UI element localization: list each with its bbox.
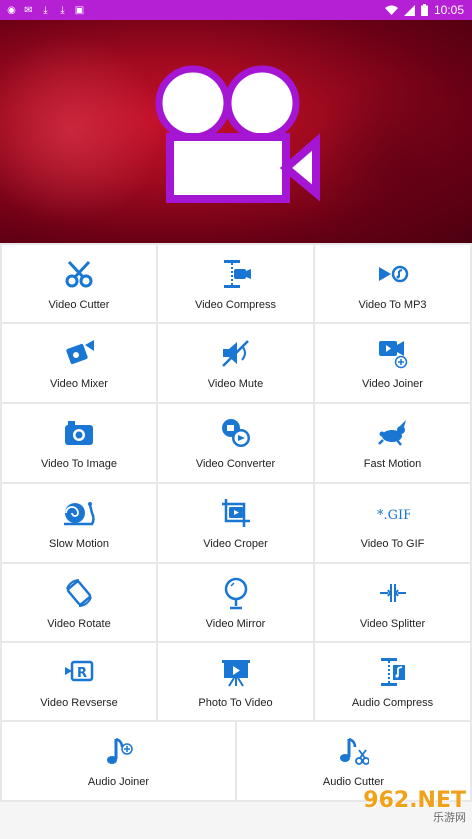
scissors-icon — [62, 257, 96, 291]
tool-label: Video Croper — [203, 538, 268, 550]
download-icon: ⤓ — [60, 4, 65, 16]
video-cutter-button[interactable]: Video Cutter — [2, 245, 156, 322]
tool-label: Fast Motion — [363, 458, 422, 470]
video-to-image-button[interactable]: Video To Image — [2, 404, 156, 482]
video-mixer-button[interactable]: Video Mixer — [2, 324, 156, 402]
audio-compress-button[interactable]: Audio Compress — [315, 643, 470, 720]
video-to-mp3-button[interactable]: Video To MP3 — [315, 245, 470, 322]
svg-text:R: R — [77, 666, 87, 681]
photo-icon — [219, 655, 253, 689]
tool-label: Video To MP3 — [358, 298, 427, 311]
mirror-icon — [219, 576, 253, 610]
video-joiner-button[interactable]: Video Joiner — [315, 324, 470, 402]
snail-icon — [62, 496, 96, 530]
rotate-icon — [62, 576, 96, 610]
watermark: 962.NET 乐游网 — [363, 788, 466, 825]
video-converter-button[interactable]: Video Converter — [158, 404, 313, 482]
audio-compress-icon — [376, 655, 410, 689]
camera-icon — [62, 416, 96, 450]
splitter-icon — [376, 576, 410, 610]
app-notification-icon: ◉ — [7, 4, 16, 16]
video-compress-button[interactable]: Video Compress — [158, 245, 313, 322]
status-bar: ◉ ✉ ⤓ ⤓ ▣ 10:05 — [0, 0, 472, 20]
audio-cutter-icon — [337, 734, 371, 768]
svg-text:*.GIF: *.GIF — [377, 508, 410, 523]
download-icon: ⤓ — [43, 4, 48, 16]
video-camera-logo — [155, 65, 320, 203]
tool-label: Slow Motion — [49, 538, 109, 550]
signal-icon — [403, 4, 415, 16]
clock: 10:05 — [433, 3, 464, 17]
photo-to-video-button[interactable]: Photo To Video — [158, 643, 313, 720]
mp3-icon — [376, 257, 410, 291]
app-notification-icon: ✉ — [24, 4, 33, 16]
tool-label: Video Rotate — [47, 617, 111, 630]
tool-label: Video Cutter — [48, 298, 110, 311]
rabbit-icon — [376, 416, 410, 450]
tool-label: Audio Cutter — [322, 776, 385, 788]
converter-icon — [219, 416, 253, 450]
compress-icon — [219, 257, 253, 291]
tool-label: Video To GIF — [360, 538, 425, 550]
tool-label: Audio Joiner — [87, 776, 150, 788]
tool-label: Video To Image — [40, 458, 118, 470]
tool-label: Video Compress — [194, 298, 277, 311]
app-notification-icon: ▣ — [74, 4, 85, 16]
crop-icon — [219, 496, 253, 530]
tool-label: Video Mute — [207, 378, 264, 390]
video-croper-button[interactable]: Video Croper — [158, 484, 313, 562]
notification-icons: ◉ ✉ ⤓ ⤓ ▣ — [0, 5, 85, 16]
tool-label: Video Splitter — [359, 617, 426, 630]
gif-icon: *.GIF — [376, 496, 410, 530]
joiner-icon — [376, 336, 410, 370]
tool-label: Video Revserse — [40, 696, 118, 709]
video-to-gif-button[interactable]: *.GIF Video To GIF — [315, 484, 470, 562]
fast-motion-button[interactable]: Fast Motion — [315, 404, 470, 482]
tool-label: Video Joiner — [362, 378, 423, 390]
tool-label: Video Mirror — [205, 617, 266, 630]
video-splitter-button[interactable]: Video Splitter — [315, 564, 470, 641]
reverse-icon: R — [62, 655, 96, 689]
video-mirror-button[interactable]: Video Mirror — [158, 564, 313, 641]
battery-icon — [420, 4, 428, 16]
hero-banner — [0, 20, 472, 243]
tool-label: Photo To Video — [198, 696, 273, 709]
mixer-icon — [62, 336, 96, 370]
wifi-icon — [384, 5, 398, 15]
tools-grid: Video Cutter Video Compress Video To MP3… — [0, 243, 472, 802]
tool-label: Video Converter — [195, 458, 276, 470]
slow-motion-button[interactable]: Slow Motion — [2, 484, 156, 562]
tool-label: Audio Compress — [351, 696, 434, 709]
video-revserse-button[interactable]: R Video Revserse — [2, 643, 156, 720]
mute-icon — [219, 336, 253, 370]
video-mute-button[interactable]: Video Mute — [158, 324, 313, 402]
tool-label: Video Mixer — [50, 378, 108, 390]
audio-joiner-icon — [102, 734, 136, 768]
audio-joiner-button[interactable]: Audio Joiner — [2, 722, 235, 800]
video-rotate-button[interactable]: Video Rotate — [2, 564, 156, 641]
